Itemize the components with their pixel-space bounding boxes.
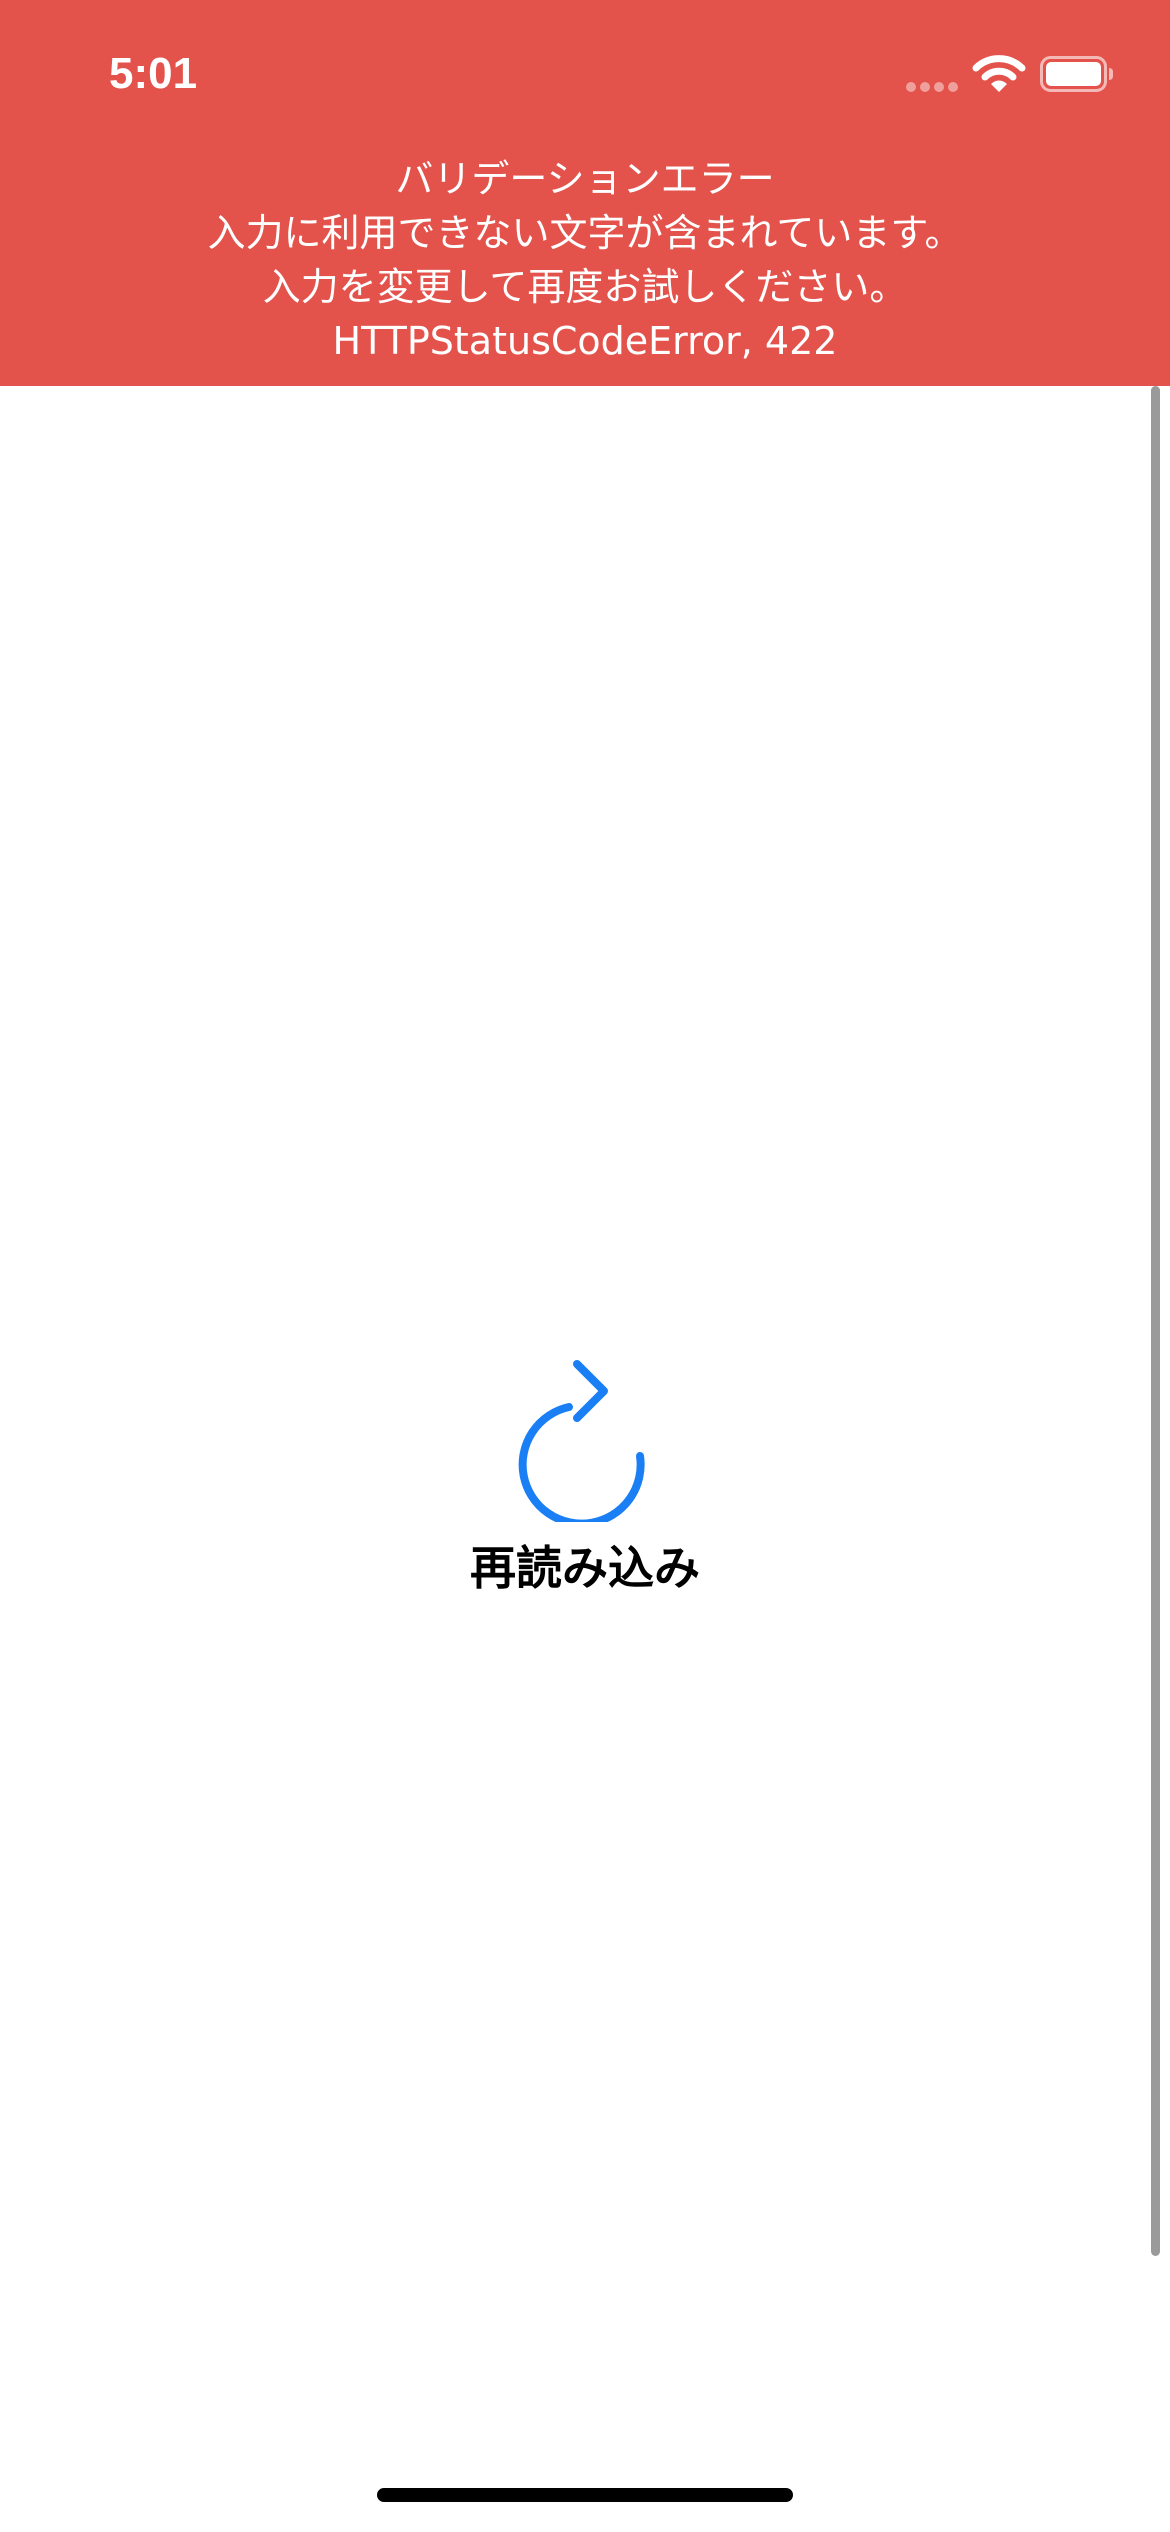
error-message: バリデーションエラー 入力に利用できない文字が含まれています。 入力を変更して再… [0,152,1170,368]
error-detail-line: 入力に利用できない文字が含まれています。 [207,211,963,255]
reload-button[interactable]: 再読み込み [435,1352,735,1612]
error-banner: 5:01 バリデーションエラー 入力に利用できない文字が含まれています。 入力を… [0,0,1170,386]
screen: 5:01 バリデーションエラー 入力に利用できない文字が含まれています。 入力を… [0,0,1170,2532]
reload-label: 再読み込み [470,1541,700,1595]
error-title: バリデーションエラー [395,157,775,201]
battery-icon [1040,56,1113,92]
status-time: 5:01 [109,49,198,98]
arrow-clockwise-icon [518,1360,645,1522]
cellular-signal-icon [906,82,958,92]
wifi-icon [972,55,1026,92]
error-code: HTTPStatusCodeError, 422 [332,319,838,363]
error-detail-line: 入力を変更して再度お試しください。 [262,265,908,309]
home-indicator[interactable] [377,2488,793,2502]
scroll-indicator[interactable] [1151,386,1160,2256]
